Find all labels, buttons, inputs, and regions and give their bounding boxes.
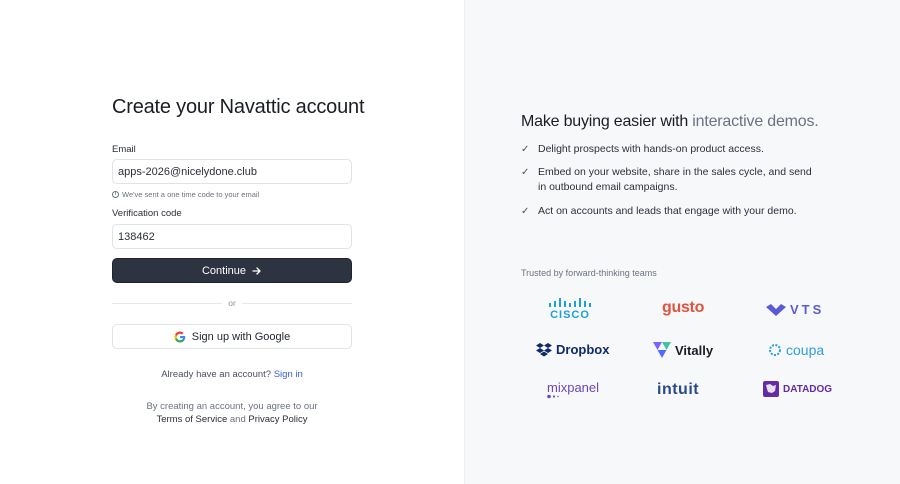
or-separator: or	[222, 298, 242, 308]
signin-link[interactable]: Sign in	[274, 369, 303, 380]
coupa-logo: coupa	[768, 342, 824, 358]
google-signup-button[interactable]: Sign up with Google	[112, 324, 352, 349]
mixpanel-dots-icon	[547, 394, 559, 399]
datadog-dog-icon	[763, 381, 779, 397]
promo-title-accent: interactive demos.	[692, 113, 819, 130]
continue-button[interactable]: Continue	[112, 258, 352, 283]
vts-wordmark: VTS	[790, 302, 825, 317]
dropbox-wordmark: Dropbox	[556, 342, 610, 357]
email-hint: i We've sent a one time code to your ema…	[112, 190, 259, 199]
legal-notice: By creating an account, you agree to our…	[112, 401, 352, 426]
check-icon: ✓	[521, 167, 530, 178]
terms-link[interactable]: Terms of Service	[156, 414, 227, 425]
promo-panel: Make buying easier with interactive demo…	[464, 0, 900, 484]
intuit-wordmark: intuit	[657, 381, 700, 398]
legal-and: and	[229, 413, 246, 425]
verification-code-field[interactable]	[112, 224, 352, 249]
continue-label: Continue	[201, 264, 247, 277]
vitally-wordmark: Vitally	[675, 342, 714, 358]
account-prompt-text: Already have an account?	[161, 369, 272, 380]
gusto-wordmark: gusto	[662, 299, 705, 316]
google-icon	[174, 331, 186, 342]
vitally-logo: Vitally	[653, 342, 713, 358]
arrow-right-icon	[252, 266, 261, 275]
cisco-bars-icon	[549, 298, 591, 307]
vts-mark-icon	[766, 303, 786, 316]
vitally-mark-icon	[653, 342, 671, 358]
coupa-wordmark: coupa	[786, 342, 825, 358]
google-signup-label: Sign up with Google	[191, 330, 291, 343]
gusto-logo: gusto	[662, 299, 704, 317]
privacy-link[interactable]: Privacy Policy	[248, 414, 307, 425]
datadog-wordmark: DATADOG	[783, 383, 833, 395]
cisco-logo: CISCO	[549, 298, 591, 321]
promo-title: Make buying easier with interactive demo…	[521, 113, 819, 131]
info-icon: i	[112, 191, 119, 198]
dropbox-box-icon	[536, 342, 552, 356]
legal-prefix: By creating an account, you agree to our	[146, 401, 318, 412]
email-field[interactable]	[112, 159, 352, 184]
signup-panel: Create your Navattic account Email i We'…	[0, 0, 464, 484]
mixpanel-wordmark: mixpanel	[547, 380, 600, 395]
email-label: Email	[112, 144, 136, 155]
signin-prompt: Already have an account? Sign in	[112, 369, 352, 380]
feature-item: ✓ Act on accounts and leads that engage …	[521, 205, 797, 217]
vts-logo: VTS	[766, 302, 824, 317]
check-icon: ✓	[521, 144, 530, 155]
intuit-logo: intuit	[657, 381, 699, 399]
promo-title-main: Make buying easier with	[521, 113, 689, 130]
coupa-mark-icon	[769, 344, 781, 356]
mixpanel-logo: mixpanel	[547, 381, 599, 399]
feature-item: ✓ Embed on your website, share in the sa…	[521, 166, 812, 193]
check-icon: ✓	[521, 206, 530, 217]
trusted-label: Trusted by forward-thinking teams	[521, 268, 657, 278]
feature-item: ✓ Delight prospects with hands-on produc…	[521, 143, 764, 155]
dropbox-logo: Dropbox	[536, 342, 609, 357]
signup-form: Create your Navattic account Email i We'…	[112, 96, 365, 425]
cisco-wordmark: CISCO	[550, 309, 590, 321]
verification-code-label: Verification code	[112, 208, 182, 219]
page-title: Create your Navattic account	[112, 96, 365, 118]
email-hint-text: We've sent a one time code to your email	[122, 190, 260, 199]
datadog-logo: DATADOG	[763, 381, 832, 397]
